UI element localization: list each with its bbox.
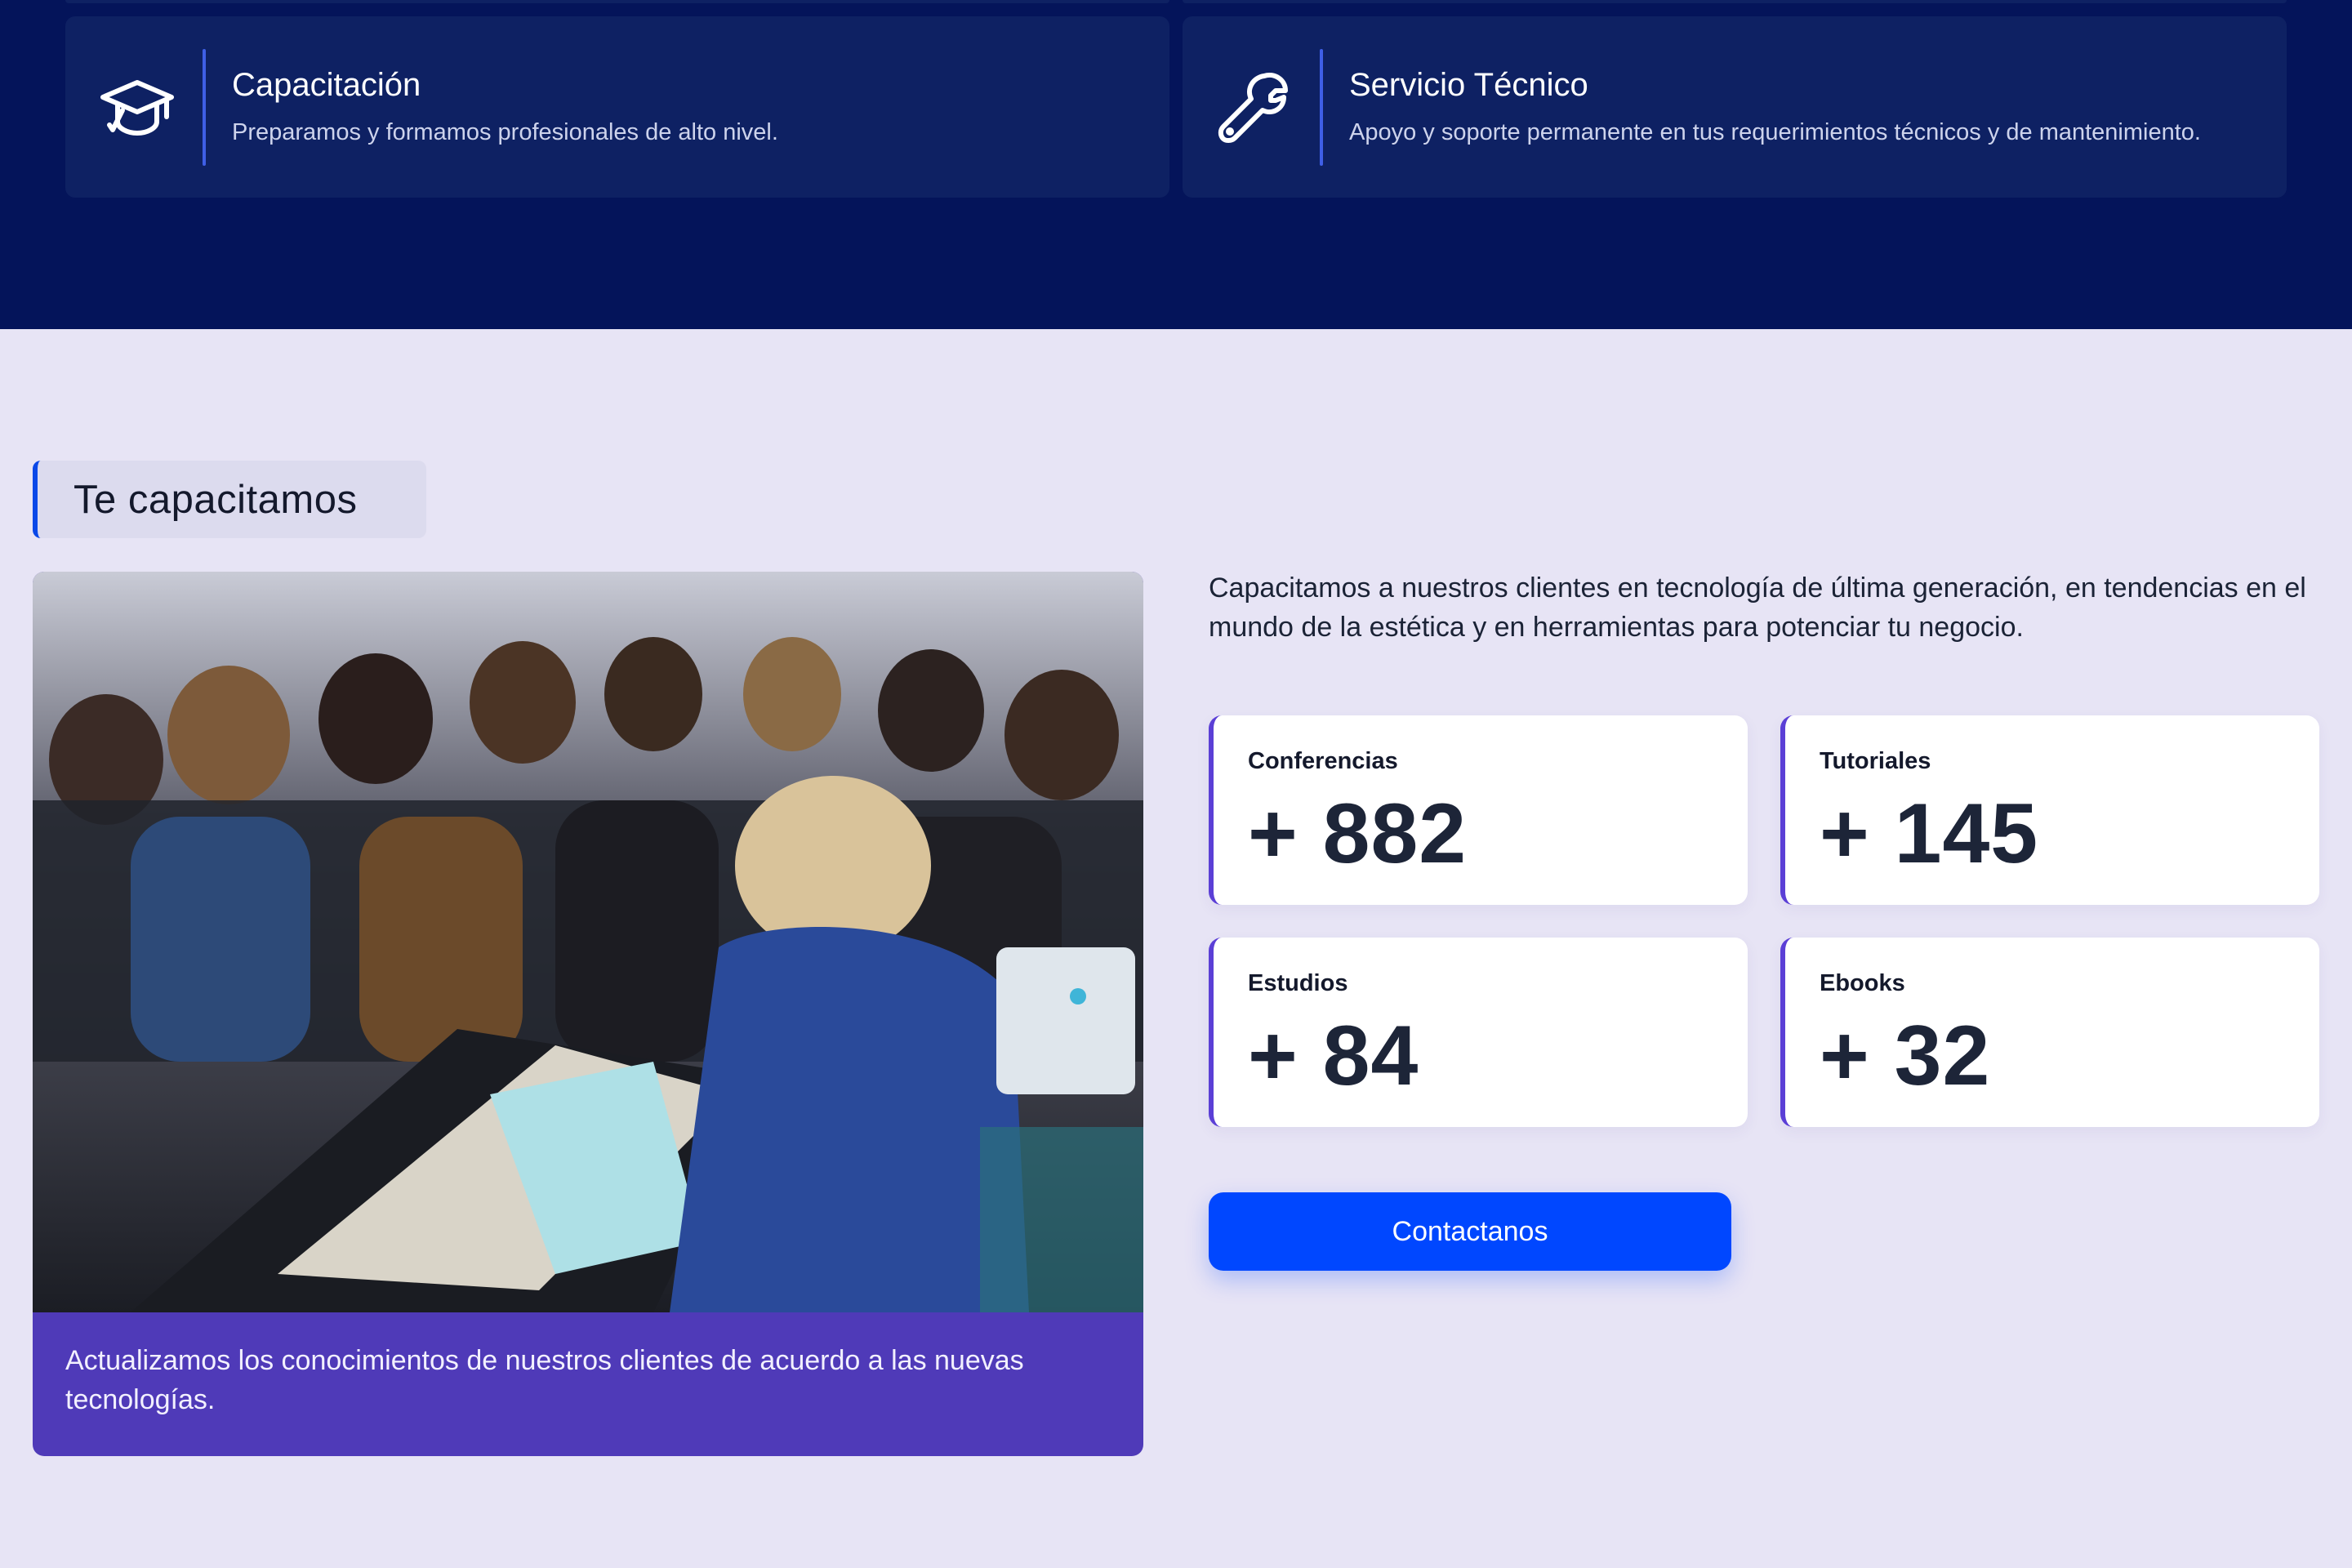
stat-value: + 32	[1820, 1009, 1991, 1103]
stat-card-estudios: Estudios + 84	[1209, 938, 1748, 1127]
section-heading-tag: Te capacitamos	[33, 461, 426, 538]
service-card-capacitacion: Capacitación Preparamos y formamos profe…	[65, 16, 1169, 198]
training-photo	[33, 572, 1143, 1312]
stat-label: Tutoriales	[1820, 748, 1931, 774]
photo-caption: Actualizamos los conocimientos de nuestr…	[65, 1345, 1024, 1415]
stat-label: Ebooks	[1820, 970, 1905, 996]
stat-value: + 84	[1248, 1009, 1419, 1103]
previous-card-edge	[65, 0, 1169, 3]
graduation-cap-icon	[98, 68, 176, 146]
service-card-servicio-tecnico: Servicio Técnico Apoyo y soporte permane…	[1183, 16, 2287, 198]
service-title: Servicio Técnico	[1349, 67, 1588, 103]
card-divider	[1320, 49, 1323, 166]
stat-card-tutoriales: Tutoriales + 145	[1780, 715, 2319, 905]
intro-text: Capacitamos a nuestros clientes en tecno…	[1209, 572, 2306, 643]
contact-button[interactable]: Contactanos	[1209, 1192, 1731, 1271]
services-band: Capacitación Preparamos y formamos profe…	[0, 0, 2352, 329]
service-description: Preparamos y formamos profesionales de a…	[232, 119, 778, 145]
previous-card-edge	[1183, 0, 2287, 3]
service-description: Apoyo y soporte permanente en tus requer…	[1349, 119, 2201, 145]
stat-label: Conferencias	[1248, 748, 1398, 774]
training-photo-card: Actualizamos los conocimientos de nuestr…	[33, 572, 1143, 1456]
stat-label: Estudios	[1248, 970, 1348, 996]
stat-value: + 145	[1820, 786, 2039, 881]
card-divider	[203, 49, 206, 166]
service-text: Servicio Técnico Apoyo y soporte permane…	[1349, 65, 2238, 149]
service-title: Capacitación	[232, 67, 421, 103]
stat-card-conferencias: Conferencias + 882	[1209, 715, 1748, 905]
section-heading: Te capacitamos	[74, 477, 358, 522]
wrench-icon	[1215, 68, 1294, 146]
service-text: Capacitación Preparamos y formamos profe…	[232, 65, 1120, 149]
stat-value: + 882	[1248, 786, 1468, 881]
stat-card-ebooks: Ebooks + 32	[1780, 938, 2319, 1127]
